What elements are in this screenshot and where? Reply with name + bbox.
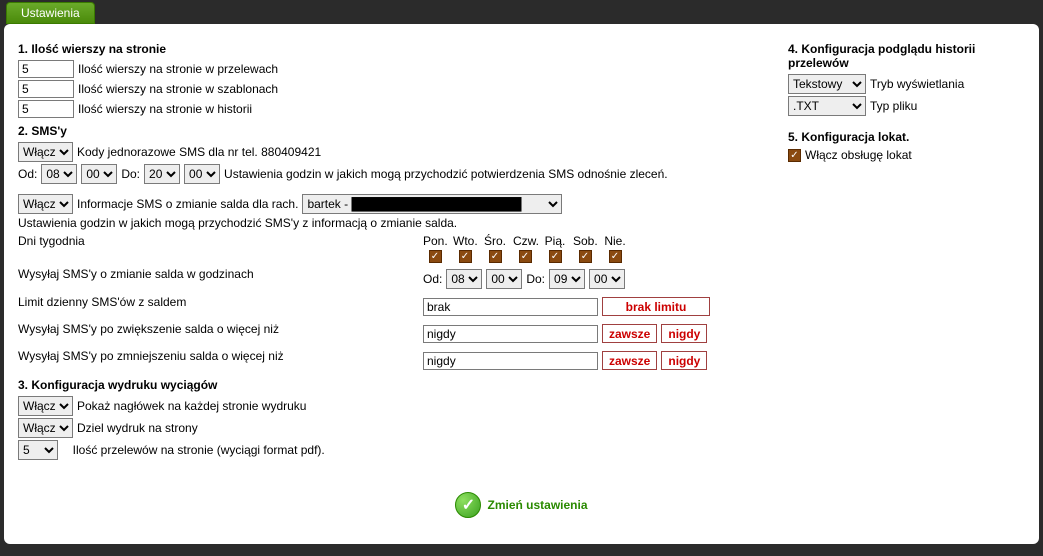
file-type-select[interactable]: .TXT [788,96,866,116]
deposits-enable-checkbox[interactable] [788,149,801,162]
rows-transfers-label: Ilość wierszy na stronie w przelewach [78,62,278,76]
print-header-label: Pokaż nagłówek na każdej stronie wydruku [77,399,306,413]
decrease-always-button[interactable]: zawsze [602,351,657,370]
sms-hours-desc: Ustawienia godzin w jakich mogą przychod… [224,167,668,181]
file-type-label: Typ pliku [870,99,917,113]
sms-balance-label: Informacje SMS o zmianie salda dla rach. [77,197,298,211]
sms-balance-enable-select[interactable]: Włącz [18,194,73,214]
weekday-sun-checkbox[interactable] [609,250,622,263]
account-select[interactable]: bartek - ████████████████████ [302,194,562,214]
to-label: Do: [121,167,140,181]
rows-templates-input[interactable] [18,80,74,98]
weekday-mon-checkbox[interactable] [429,250,442,263]
section-2-title: 2. SMS'y [18,124,748,138]
weekday-thu-checkbox[interactable] [519,250,532,263]
deposits-enable-label: Włącz obsługę lokat [805,148,912,162]
print-count-select[interactable]: 5 [18,440,58,460]
decrease-label: Wysyłaj SMS'y po zmniejszeniu salda o wi… [18,349,423,372]
print-header-select[interactable]: Włącz [18,396,73,416]
section-5-title: 5. Konfiguracja lokat. [788,130,1025,144]
increase-input[interactable] [423,325,598,343]
weekday-wed-checkbox[interactable] [489,250,502,263]
sms-codes-label: Kody jednorazowe SMS dla nr tel. 8804094… [77,145,321,159]
increase-never-button[interactable]: nigdy [661,324,707,343]
rows-history-label: Ilość wierszy na stronie w historii [78,102,252,116]
decrease-input[interactable] [423,352,598,370]
daily-limit-label: Limit dzienny SMS'ów z saldem [18,295,423,318]
print-split-label: Dziel wydruk na strony [77,421,198,435]
weekday-fri-checkbox[interactable] [549,250,562,263]
from-label: Od: [18,167,37,181]
rows-transfers-input[interactable] [18,60,74,78]
sms-from-min[interactable]: 00 [81,164,117,184]
print-count-label: Ilość przelewów na stronie (wyciągi form… [73,443,325,457]
increase-label: Wysyłaj SMS'y po zwiększenie salda o wię… [18,322,423,345]
section-3-title: 3. Konfiguracja wydruku wyciągów [18,378,748,392]
balance-to-hour[interactable]: 09 [549,269,585,289]
sms-codes-enable-select[interactable]: Włącz [18,142,73,162]
balance-hours-label: Wysyłaj SMS'y o zmianie salda w godzinac… [18,267,423,291]
section-1-title: 1. Ilość wierszy na stronie [18,42,748,56]
sms-balance-hours-desc: Ustawienia godzin w jakich mogą przychod… [18,216,457,230]
display-mode-label: Tryb wyświetlania [870,77,964,91]
sms-to-hour[interactable]: 20 [144,164,180,184]
weekdays-label: Dni tygodnia [18,234,423,263]
no-limit-button[interactable]: brak limitu [602,297,710,316]
display-mode-select[interactable]: Tekstowy [788,74,866,94]
daily-limit-input[interactable] [423,298,598,316]
save-settings-button[interactable]: ✓ Zmień ustawienia [455,492,587,518]
weekday-tue-checkbox[interactable] [459,250,472,263]
increase-always-button[interactable]: zawsze [602,324,657,343]
sms-from-hour[interactable]: 08 [41,164,77,184]
sms-to-min[interactable]: 00 [184,164,220,184]
balance-from-min[interactable]: 00 [486,269,522,289]
tab-settings[interactable]: Ustawienia [6,2,95,24]
decrease-never-button[interactable]: nigdy [661,351,707,370]
rows-history-input[interactable] [18,100,74,118]
weekday-headers: Pon. Wto. Śro. Czw. Pią. Sob. Nie. [423,234,748,248]
weekday-sat-checkbox[interactable] [579,250,592,263]
print-split-select[interactable]: Włącz [18,418,73,438]
check-icon: ✓ [455,492,481,518]
rows-templates-label: Ilość wierszy na stronie w szablonach [78,82,278,96]
balance-to-min[interactable]: 00 [589,269,625,289]
balance-from-hour[interactable]: 08 [446,269,482,289]
section-4-title: 4. Konfiguracja podglądu historii przele… [788,42,1025,70]
